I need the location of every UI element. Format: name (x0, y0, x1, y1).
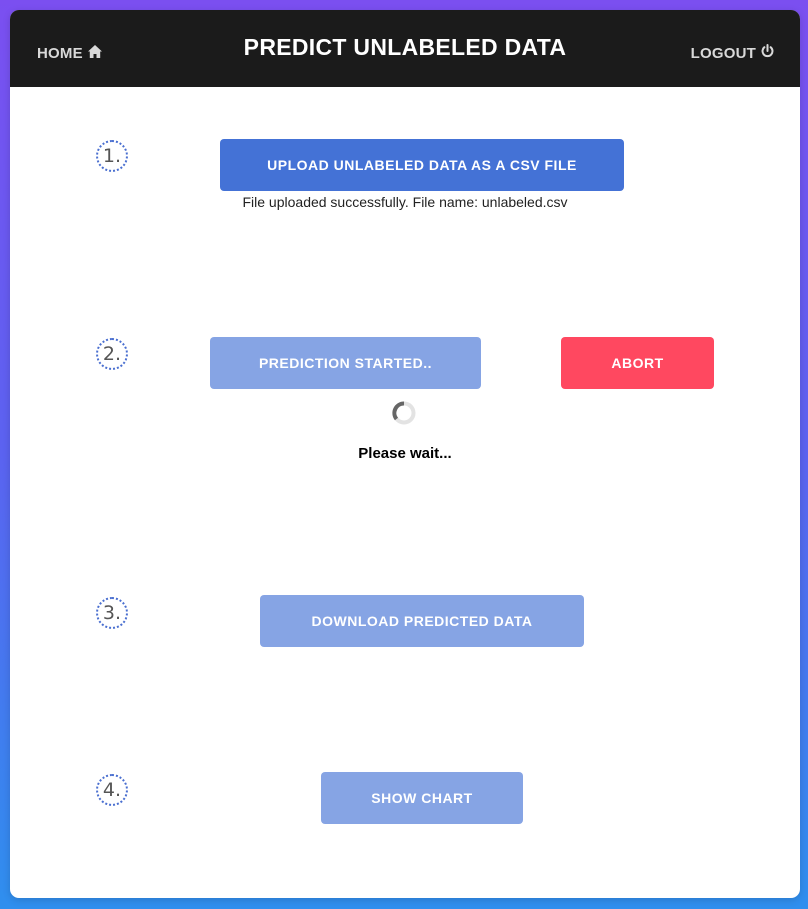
please-wait-text: Please wait... (358, 445, 452, 462)
step-2-badge: 2. (96, 338, 128, 370)
main-card: HOME PREDICT UNLABELED DATA LOGOUT 1. UP… (10, 10, 800, 898)
logout-label: LOGOUT (690, 44, 756, 62)
upload-status-text: File uploaded successfully. File name: u… (242, 194, 568, 210)
header-bar: HOME PREDICT UNLABELED DATA LOGOUT (10, 10, 800, 87)
power-icon (761, 44, 774, 62)
show-chart-button[interactable]: SHOW CHART (321, 772, 523, 824)
step-4-badge: 4. (96, 774, 128, 806)
upload-csv-button[interactable]: UPLOAD UNLABELED DATA AS A CSV FILE (220, 139, 624, 191)
logout-link[interactable]: LOGOUT (691, 43, 774, 63)
abort-button[interactable]: ABORT (561, 337, 714, 389)
loading-spinner-icon (392, 401, 416, 425)
step-1-badge: 1. (96, 140, 128, 172)
download-predicted-button[interactable]: DOWNLOAD PREDICTED DATA (260, 595, 584, 647)
step-3-badge: 3. (96, 597, 128, 629)
page-title: PREDICT UNLABELED DATA (243, 34, 567, 60)
prediction-button[interactable]: PREDICTION STARTED.. (210, 337, 481, 389)
